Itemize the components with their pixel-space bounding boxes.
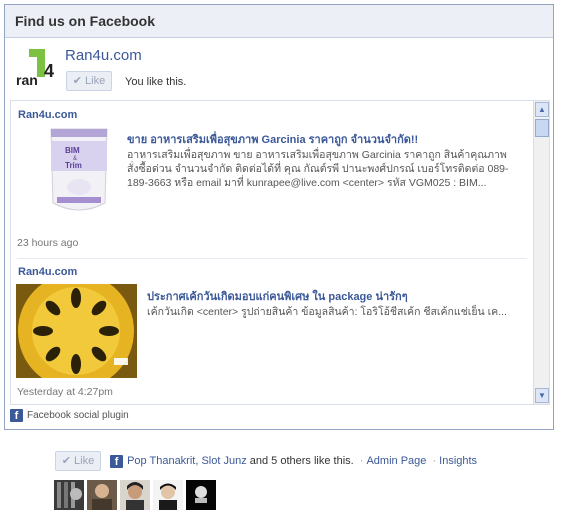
post-divider — [17, 258, 527, 259]
avatar[interactable] — [186, 480, 216, 510]
post-time[interactable]: 23 hours ago — [17, 237, 78, 249]
bottom-like-bar: ✔ Like f Pop Thanakrit, Slot Junz and 5 ot… — [55, 450, 477, 472]
separator-dot: · — [432, 455, 437, 467]
post-title[interactable]: ขาย อาหารเสริมเพื่อสุขภาพ Garcinia ราคาถ… — [127, 130, 527, 148]
svg-text:4: 4 — [44, 61, 54, 81]
post-author[interactable]: Ran4u.com — [18, 109, 77, 121]
avatar[interactable] — [87, 480, 117, 510]
stream-scrollbar[interactable]: ▲ ▼ — [533, 101, 549, 404]
scrollbar-thumb[interactable] — [535, 119, 549, 137]
svg-text:Trim: Trim — [65, 161, 82, 170]
insights-link[interactable]: Insights — [439, 455, 477, 467]
bottom-like-label: Like — [74, 455, 95, 468]
post-title[interactable]: ประกาศเค้กวันเกิดมอบแก่คนพิเศษ ใน packag… — [147, 287, 527, 305]
page-info: ran 4 Ran4u.com ✔ Like You like this. — [15, 47, 545, 97]
friends-link[interactable]: Pop Thanakrit, Slot Junz — [127, 455, 247, 467]
you-like-text: You like this. — [125, 76, 187, 88]
post-thumbnail[interactable] — [16, 284, 137, 378]
scroll-down-icon[interactable]: ▼ — [535, 388, 549, 403]
plugin-footer: f Facebook social plugin — [10, 409, 129, 427]
check-icon: ✔ — [72, 75, 83, 87]
avatar[interactable] — [120, 480, 150, 510]
like-button[interactable]: ✔ Like — [66, 71, 112, 91]
facebook-like-box: Find us on Facebook ran 4 Ran4u.com ✔ Lik… — [4, 4, 554, 430]
post-body: เค้กวันเกิด <center> รูปถ่ายสินค้า ข้อมู… — [147, 306, 507, 318]
scroll-up-icon[interactable]: ▲ — [535, 102, 549, 117]
svg-text:ran: ran — [16, 72, 38, 88]
facebook-icon: f — [10, 409, 23, 422]
admin-page-link[interactable]: Admin Page — [366, 455, 426, 467]
like-label: Like — [85, 75, 106, 87]
avatar[interactable] — [54, 480, 84, 510]
like-box-header: Find us on Facebook — [5, 5, 553, 38]
separator-dot: · — [359, 455, 364, 467]
svg-text:BIM: BIM — [65, 146, 80, 155]
plugin-label[interactable]: Facebook social plugin — [27, 410, 129, 421]
others-like-text: and 5 others like this. — [246, 455, 354, 467]
post-time[interactable]: Yesterday at 4:27pm — [17, 386, 113, 398]
post-thumbnail[interactable]: BIM & Trim — [45, 125, 113, 225]
bottom-like-button[interactable]: ✔ Like — [55, 451, 101, 472]
post-author[interactable]: Ran4u.com — [18, 266, 77, 278]
page-name-link[interactable]: Ran4u.com — [65, 47, 142, 64]
post-body: อาหารเสริมเพื่อสุขภาพ ขาย อาหารเสริมเพื่… — [127, 149, 509, 189]
check-icon: ✔ — [61, 455, 72, 468]
page-logo[interactable]: ran 4 — [15, 47, 57, 89]
avatar[interactable] — [153, 480, 183, 510]
facebook-icon: f — [110, 454, 124, 468]
page-stream[interactable]: Ran4u.com BIM & Trim ขาย อาหารเสริมเพื่อ… — [10, 100, 550, 405]
